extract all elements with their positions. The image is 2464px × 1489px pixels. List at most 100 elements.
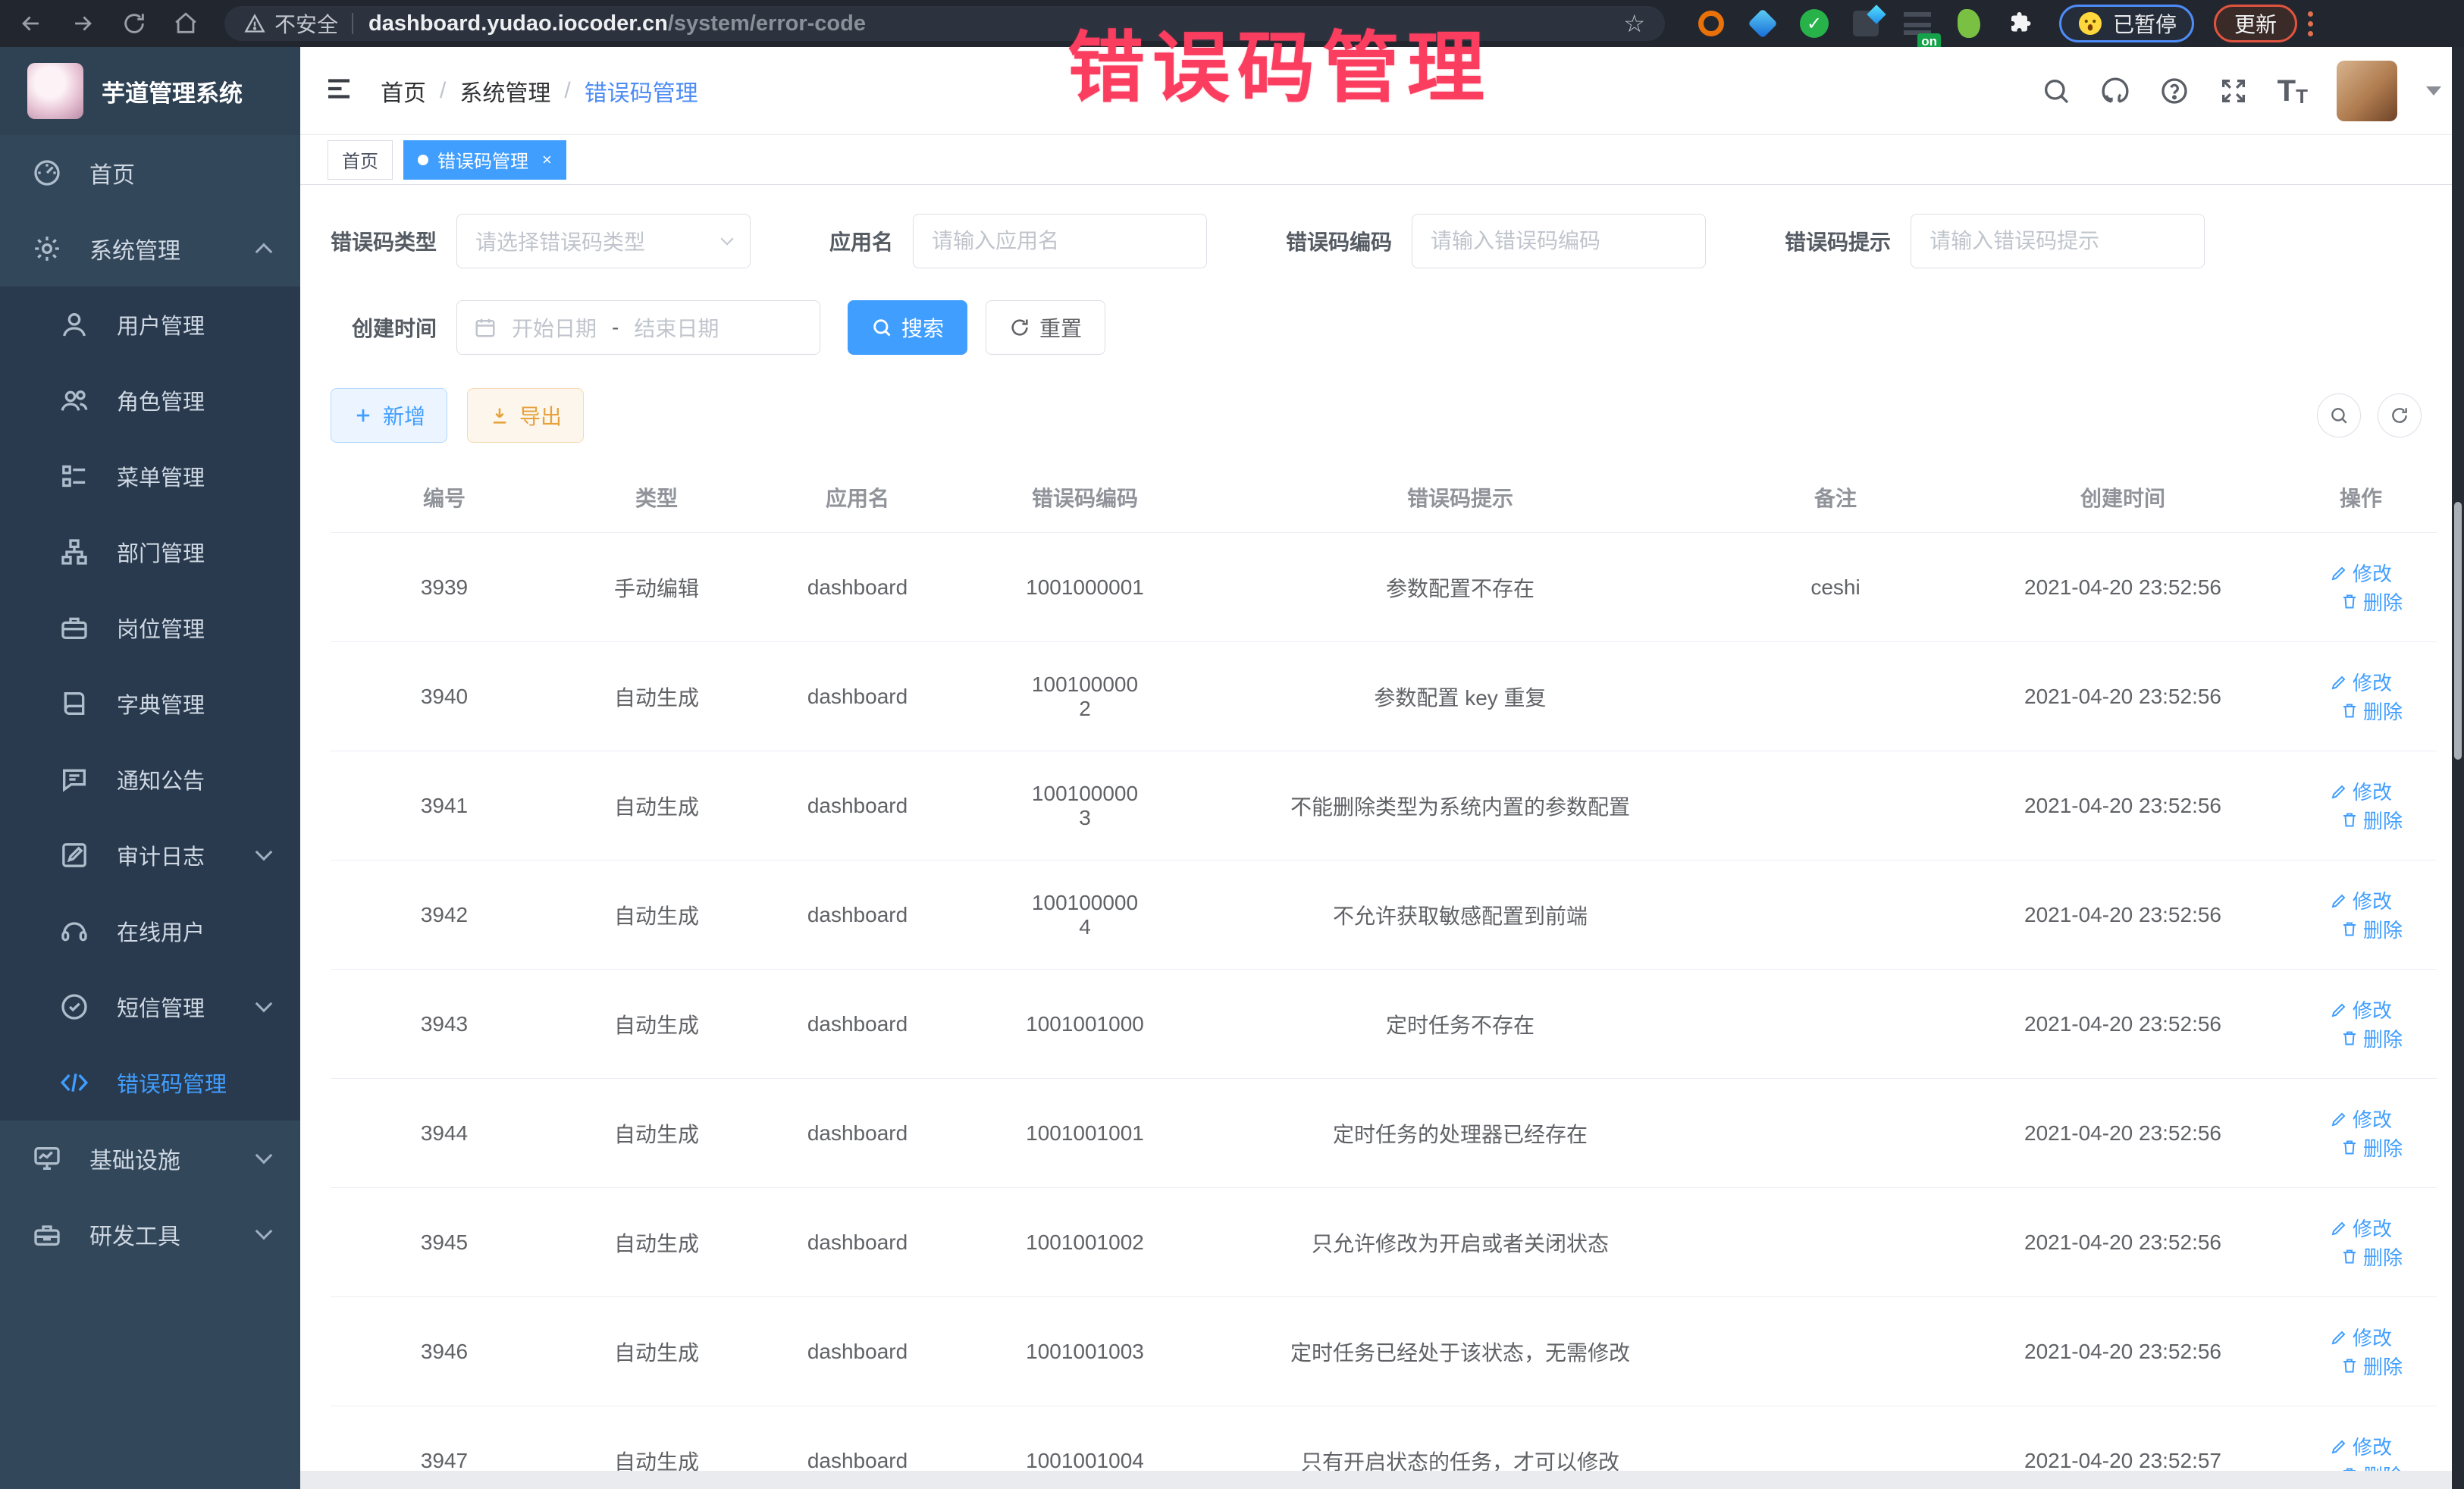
bookmark-star-icon[interactable]: ☆ — [1623, 9, 1645, 38]
browser-scrollbar[interactable] — [2452, 47, 2464, 1489]
delete-link[interactable]: 删除 — [2340, 1024, 2403, 1052]
app-name-input[interactable] — [913, 214, 1207, 268]
delete-link[interactable]: 删除 — [2340, 1133, 2403, 1161]
edit-link[interactable]: 修改 — [2330, 1323, 2392, 1351]
breadcrumb-home[interactable]: 首页 — [381, 74, 426, 108]
breadcrumb-separator: / — [440, 78, 446, 104]
chrome-update-button[interactable]: 更新 — [2214, 5, 2297, 42]
dashboard-icon — [32, 158, 62, 188]
cell-code: 1001001003 — [960, 1297, 1210, 1406]
error-hint-input[interactable] — [1911, 214, 2205, 268]
add-button[interactable]: 新增 — [331, 388, 447, 443]
error-code-input[interactable] — [1412, 214, 1706, 268]
home-icon[interactable] — [165, 3, 206, 44]
delete-link[interactable]: 删除 — [2340, 806, 2403, 834]
edit-link[interactable]: 修改 — [2330, 668, 2392, 696]
sidebar-item-infra[interactable]: 基础设施 — [0, 1121, 300, 1196]
github-icon[interactable] — [2100, 76, 2130, 106]
sidebar-item-system[interactable]: 系统管理 — [0, 211, 300, 287]
reload-icon[interactable] — [114, 3, 155, 44]
delete-link[interactable]: 删除 — [2340, 915, 2403, 943]
cell-id: 3945 — [331, 1188, 558, 1297]
reset-button[interactable]: 重置 — [986, 300, 1105, 355]
date-range-picker[interactable]: 开始日期 - 结束日期 — [456, 300, 820, 355]
edit-link[interactable]: 修改 — [2330, 1105, 2392, 1133]
tag-errcode[interactable]: 错误码管理 × — [403, 140, 566, 180]
message-icon — [59, 764, 89, 795]
sidebar-item-notices[interactable]: 通知公告 — [0, 741, 300, 817]
sidebar-item-roles[interactable]: 角色管理 — [0, 362, 300, 438]
question-icon[interactable] — [2159, 76, 2190, 106]
delete-link[interactable]: 删除 — [2340, 1243, 2403, 1271]
extension-orange-icon[interactable] — [1695, 8, 1727, 39]
sidebar-item-depts[interactable]: 部门管理 — [0, 514, 300, 590]
extensions-puzzle-icon[interactable] — [2005, 8, 2036, 39]
breadcrumb-section[interactable]: 系统管理 — [459, 74, 550, 108]
edit-link[interactable]: 修改 — [2330, 886, 2392, 914]
search-icon[interactable] — [2041, 76, 2071, 106]
sidebar-item-users[interactable]: 用户管理 — [0, 287, 300, 362]
show-search-button[interactable] — [2317, 393, 2361, 437]
extension-script-icon[interactable]: on — [1901, 8, 1933, 39]
cell-type: 自动生成 — [558, 860, 755, 970]
edit-link[interactable]: 修改 — [2330, 1432, 2392, 1460]
monitor-icon — [32, 1143, 62, 1174]
forward-icon[interactable] — [62, 3, 103, 44]
breadcrumb-current: 错误码管理 — [585, 74, 698, 108]
delete-link[interactable]: 删除 — [2340, 1352, 2403, 1380]
error-type-select[interactable]: 请选择错误码类型 — [456, 214, 751, 268]
profile-paused-pill[interactable]: 已暂停 — [2059, 5, 2194, 42]
back-icon[interactable] — [11, 3, 52, 44]
edit-log-icon — [59, 840, 89, 870]
scrollbar-thumb[interactable] — [2454, 502, 2462, 760]
col-type: 类型 — [558, 466, 755, 533]
sidebar-item-label: 字典管理 — [117, 688, 205, 719]
edit-link[interactable]: 修改 — [2330, 777, 2392, 805]
sidebar-item-sms[interactable]: 短信管理 — [0, 969, 300, 1045]
col-time: 创建时间 — [1961, 466, 2285, 533]
extension-figure-icon[interactable] — [1953, 8, 1985, 39]
extension-gem-icon[interactable] — [1747, 8, 1779, 39]
sidebar-item-posts[interactable]: 岗位管理 — [0, 590, 300, 666]
export-button[interactable]: 导出 — [467, 388, 584, 443]
sidebar-item-label: 审计日志 — [117, 839, 205, 871]
trash-icon — [2340, 1356, 2359, 1375]
cell-remark — [1710, 642, 1961, 751]
extension-check-icon[interactable]: ✓ — [1798, 8, 1830, 39]
extension-grid-icon[interactable] — [1850, 8, 1882, 39]
delete-link[interactable]: 删除 — [2340, 697, 2403, 725]
filter-type-label: 错误码类型 — [331, 226, 437, 256]
sidebar-item-dicts[interactable]: 字典管理 — [0, 666, 300, 741]
avatar[interactable] — [2337, 61, 2397, 121]
edit-link[interactable]: 修改 — [2330, 1214, 2392, 1242]
cell-time: 2021-04-20 23:52:56 — [1961, 970, 2285, 1079]
sidebar-item-online[interactable]: 在线用户 — [0, 893, 300, 969]
refresh-table-button[interactable] — [2378, 393, 2422, 437]
hamburger-icon[interactable] — [323, 73, 355, 108]
cell-type: 自动生成 — [558, 642, 755, 751]
trash-icon — [2340, 810, 2359, 829]
sidebar-item-errcode[interactable]: 错误码管理 — [0, 1045, 300, 1121]
font-size-icon[interactable]: TT — [2277, 76, 2308, 106]
edit-link[interactable]: 修改 — [2330, 995, 2392, 1023]
tag-home[interactable]: 首页 — [328, 140, 393, 180]
filter-code-label: 错误码编码 — [1286, 226, 1392, 256]
caret-down-icon[interactable] — [2426, 86, 2441, 96]
delete-link[interactable]: 删除 — [2340, 588, 2403, 616]
edit-link[interactable]: 修改 — [2330, 559, 2392, 587]
cell-ops: 修改 删除 — [2285, 1188, 2437, 1297]
cell-code: 100100000 4 — [960, 860, 1210, 970]
sidebar-item-audit[interactable]: 审计日志 — [0, 817, 300, 893]
cell-remark — [1710, 970, 1961, 1079]
search-button[interactable]: 搜索 — [848, 300, 967, 355]
fullscreen-icon[interactable] — [2218, 76, 2249, 106]
sidebar-item-home[interactable]: 首页 — [0, 135, 300, 211]
tag-close-icon[interactable]: × — [542, 150, 552, 170]
sidebar-item-devtools[interactable]: 研发工具 — [0, 1196, 300, 1272]
chrome-menu-icon[interactable] — [2308, 11, 2313, 36]
cell-id: 3942 — [331, 860, 558, 970]
sidebar-item-menus[interactable]: 菜单管理 — [0, 438, 300, 514]
security-label: 不安全 — [274, 8, 338, 39]
annotation-overlay: 错误码管理 — [1067, 6, 1492, 118]
chevron-down-icon — [255, 995, 273, 1013]
